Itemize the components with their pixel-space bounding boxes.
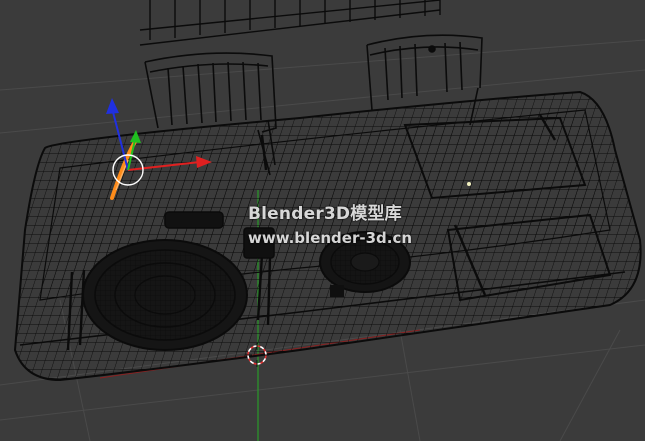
small-bowl-mesh[interactable]	[319, 231, 411, 293]
tablecloth-mesh[interactable]	[13, 90, 642, 382]
large-plate-mesh[interactable]	[82, 239, 248, 351]
blender-3d-viewport[interactable]: Blender3D模型库 www.blender-3d.cn	[0, 0, 645, 441]
gizmo-z-arrow[interactable]	[106, 98, 119, 114]
lamp-point[interactable]	[467, 182, 471, 186]
wall-shelf-mesh[interactable]	[139, 0, 441, 46]
viewport-scene[interactable]	[0, 0, 645, 441]
